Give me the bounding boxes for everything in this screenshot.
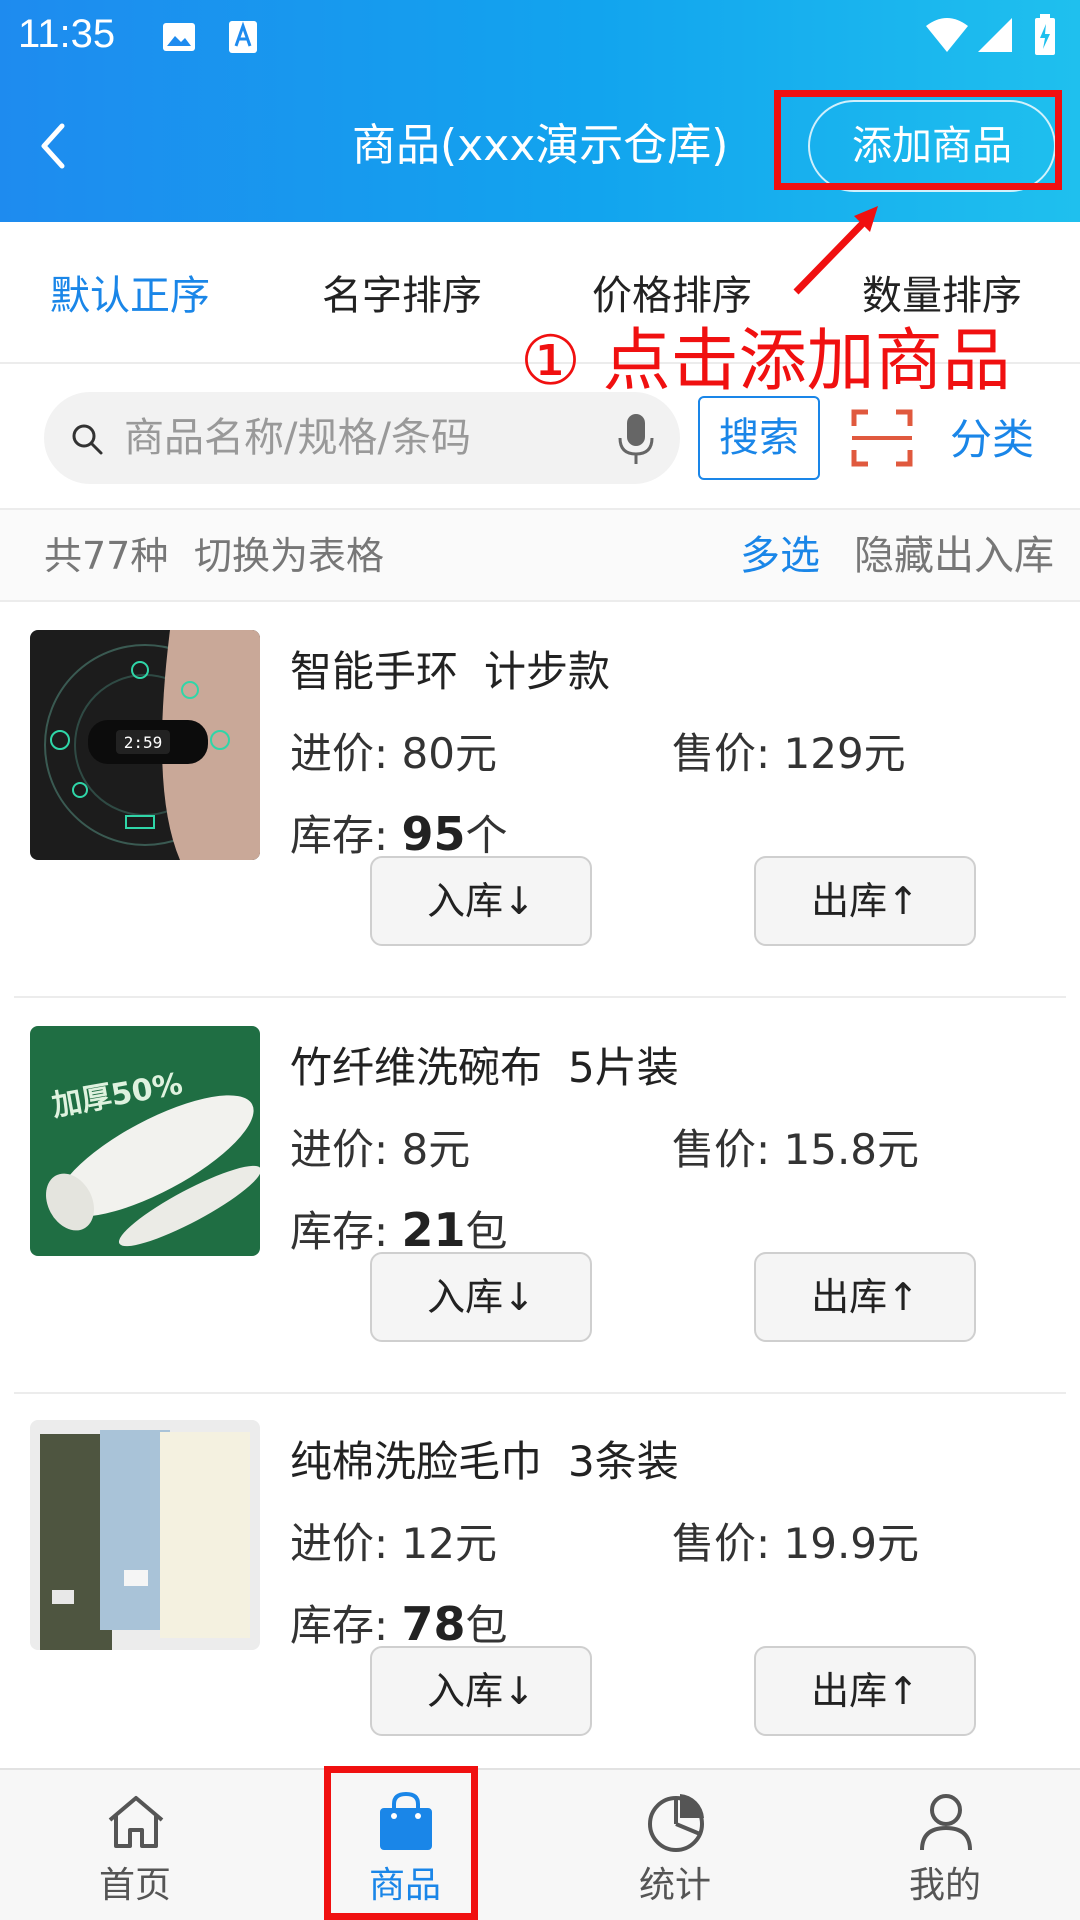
microphone-icon[interactable] xyxy=(616,412,656,466)
product-name: 纯棉洗脸毛巾 3条装 xyxy=(290,1434,679,1490)
product-spec: 5片装 xyxy=(568,1043,679,1092)
stock-unit: 个 xyxy=(465,811,508,860)
annotation-text: ① 点击添加商品 xyxy=(520,322,1011,401)
product-list-item[interactable]: 2:59 智能手环 计步款 进价: 80元 售价: 129元 库存: 95个 入库… xyxy=(14,604,1066,998)
search-button[interactable]: 搜索 xyxy=(698,396,820,480)
product-title: 智能手环 xyxy=(290,647,459,696)
nav-profile[interactable]: 我的 xyxy=(810,1770,1080,1920)
sale-price-label: 售价: xyxy=(672,729,771,778)
products-tab-highlight xyxy=(324,1766,478,1920)
product-image-face-towel xyxy=(30,1420,260,1650)
purchase-price-label: 进价: xyxy=(290,1125,389,1174)
stock-number: 95 xyxy=(401,807,466,861)
page-title: 商品(xxx演示仓库) xyxy=(352,120,729,171)
stock-number: 78 xyxy=(401,1597,466,1651)
tab-price-sort[interactable]: 价格排序 xyxy=(592,270,752,322)
battery-icon xyxy=(1035,14,1055,55)
nav-label: 统计 xyxy=(638,1865,711,1906)
purchase-price: 进价: 12元 xyxy=(290,1516,497,1572)
sale-price-value: 129元 xyxy=(783,729,906,778)
stock-in-button[interactable]: 入库↓ xyxy=(370,856,592,946)
purchase-price-label: 进价: xyxy=(290,729,389,778)
stock-out-button[interactable]: 出库↑ xyxy=(754,856,976,946)
signal-icon xyxy=(978,18,1012,52)
switch-table-link[interactable]: 切换为表格 xyxy=(194,530,384,582)
sale-price: 售价: 15.8元 xyxy=(672,1122,919,1178)
purchase-price-label: 进价: xyxy=(290,1519,389,1568)
product-spec: 计步款 xyxy=(484,647,611,696)
user-icon xyxy=(920,1794,972,1851)
product-image-dish-cloth: 加厚50% xyxy=(30,1026,260,1256)
search-box xyxy=(44,392,680,484)
search-icon xyxy=(72,424,103,455)
total-count: 共77种 xyxy=(44,534,169,578)
product-spec: 3条装 xyxy=(568,1437,679,1486)
stock-label: 库存: xyxy=(290,1207,389,1256)
stock-label: 库存: xyxy=(290,811,389,860)
bottom-nav: 首页 商品 统计 我的 xyxy=(0,1768,1080,1920)
sale-price-label: 售价: xyxy=(672,1125,771,1174)
summary-bar: 共77种 切换为表格 多选 隐藏出入库 xyxy=(0,510,1080,602)
product-name: 竹纤维洗碗布 5片装 xyxy=(290,1040,679,1096)
stock-unit: 包 xyxy=(465,1601,508,1650)
stock-out-button[interactable]: 出库↑ xyxy=(754,1252,976,1342)
purchase-price: 进价: 80元 xyxy=(290,726,497,782)
nav-label: 首页 xyxy=(98,1865,171,1906)
stock-in-button[interactable]: 入库↓ xyxy=(370,1646,592,1736)
product-list-item[interactable]: 纯棉洗脸毛巾 3条装 进价: 12元 售价: 19.9元 库存: 78包 入库↓ … xyxy=(14,1394,1066,1788)
add-product-highlight xyxy=(774,90,1062,190)
product-name: 智能手环 计步款 xyxy=(290,644,610,700)
stock-unit: 包 xyxy=(465,1207,508,1256)
back-arrow-icon[interactable] xyxy=(34,118,74,174)
purchase-price-value: 80元 xyxy=(401,729,497,778)
product-image-smart-band: 2:59 xyxy=(30,630,260,860)
search-input[interactable] xyxy=(124,392,604,484)
multi-select-button[interactable]: 多选 xyxy=(740,530,820,582)
nav-statistics[interactable]: 统计 xyxy=(540,1770,810,1920)
tab-default-order[interactable]: 默认正序 xyxy=(50,270,210,322)
stock-label: 库存: xyxy=(290,1601,389,1650)
sale-price: 售价: 19.9元 xyxy=(672,1516,919,1572)
product-title: 纯棉洗脸毛巾 xyxy=(290,1437,543,1486)
product-title: 竹纤维洗碗布 xyxy=(290,1043,543,1092)
status-time: 11:35 xyxy=(18,12,116,56)
sale-price-value: 19.9元 xyxy=(783,1519,920,1568)
home-icon xyxy=(108,1796,164,1848)
keyboard-notification-icon xyxy=(229,21,257,53)
hide-stock-io-toggle[interactable]: 隐藏出入库 xyxy=(854,530,1054,582)
stock-number: 21 xyxy=(401,1203,466,1257)
image-notification-icon xyxy=(163,23,195,51)
sale-price-value: 15.8元 xyxy=(783,1125,920,1174)
nav-home[interactable]: 首页 xyxy=(0,1770,270,1920)
sale-price-label: 售价: xyxy=(672,1519,771,1568)
sale-price: 售价: 129元 xyxy=(672,726,906,782)
purchase-price-value: 12元 xyxy=(401,1519,497,1568)
status-bar: 11:35 xyxy=(0,0,1080,76)
stock-in-button[interactable]: 入库↓ xyxy=(370,1252,592,1342)
purchase-price: 进价: 8元 xyxy=(290,1122,470,1178)
product-list-item[interactable]: 加厚50% 竹纤维洗碗布 5片装 进价: 8元 售价: 15.8元 库存: 21包… xyxy=(14,1000,1066,1394)
annotation-arrow-icon xyxy=(793,206,878,295)
stock-out-button[interactable]: 出库↑ xyxy=(754,1646,976,1736)
wifi-icon xyxy=(926,18,968,52)
pie-chart-icon xyxy=(648,1794,704,1852)
scan-icon[interactable] xyxy=(850,406,914,470)
svg-text:2:59: 2:59 xyxy=(124,733,163,752)
nav-label: 我的 xyxy=(908,1865,981,1906)
category-link[interactable]: 分类 xyxy=(950,412,1034,468)
tab-name-sort[interactable]: 名字排序 xyxy=(322,270,482,322)
purchase-price-value: 8元 xyxy=(401,1125,471,1174)
